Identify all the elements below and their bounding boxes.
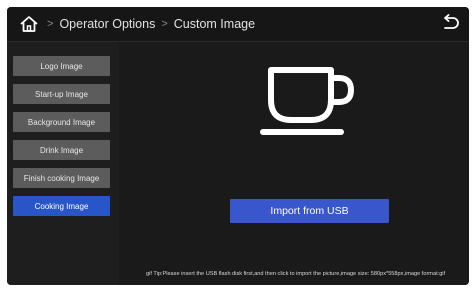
sidebar-item-cooking-image[interactable]: Cooking Image bbox=[13, 196, 110, 216]
main-panel: Import from USB gif Tip:Please insert th… bbox=[119, 42, 469, 285]
page-title: Custom Image bbox=[173, 17, 256, 31]
sidebar-item-start-up-image[interactable]: Start-up Image bbox=[13, 84, 110, 104]
usb-import-tip: gif Tip:Please insert the USB flash disk… bbox=[146, 271, 446, 277]
sidebar-item-logo-image[interactable]: Logo Image bbox=[13, 56, 110, 76]
home-icon[interactable] bbox=[19, 14, 41, 34]
breadcrumb-separator: > bbox=[161, 18, 168, 30]
app-screen: > Operator Options > Custom Image Logo I… bbox=[7, 7, 469, 285]
breadcrumb-separator: > bbox=[47, 18, 54, 30]
sidebar-item-finish-cooking-image[interactable]: Finish cooking Image bbox=[13, 168, 110, 188]
top-bar: > Operator Options > Custom Image bbox=[7, 7, 469, 42]
breadcrumb-operator-options[interactable]: Operator Options bbox=[59, 17, 155, 31]
coffee-cup-icon bbox=[259, 60, 359, 145]
sidebar-item-drink-image[interactable]: Drink Image bbox=[13, 140, 110, 160]
import-from-usb-button[interactable]: Import from USB bbox=[230, 199, 389, 223]
sidebar: Logo Image Start-up Image Background Ima… bbox=[7, 42, 119, 285]
undo-arrow-icon[interactable] bbox=[440, 14, 460, 34]
sidebar-item-background-image[interactable]: Background Image bbox=[13, 112, 110, 132]
